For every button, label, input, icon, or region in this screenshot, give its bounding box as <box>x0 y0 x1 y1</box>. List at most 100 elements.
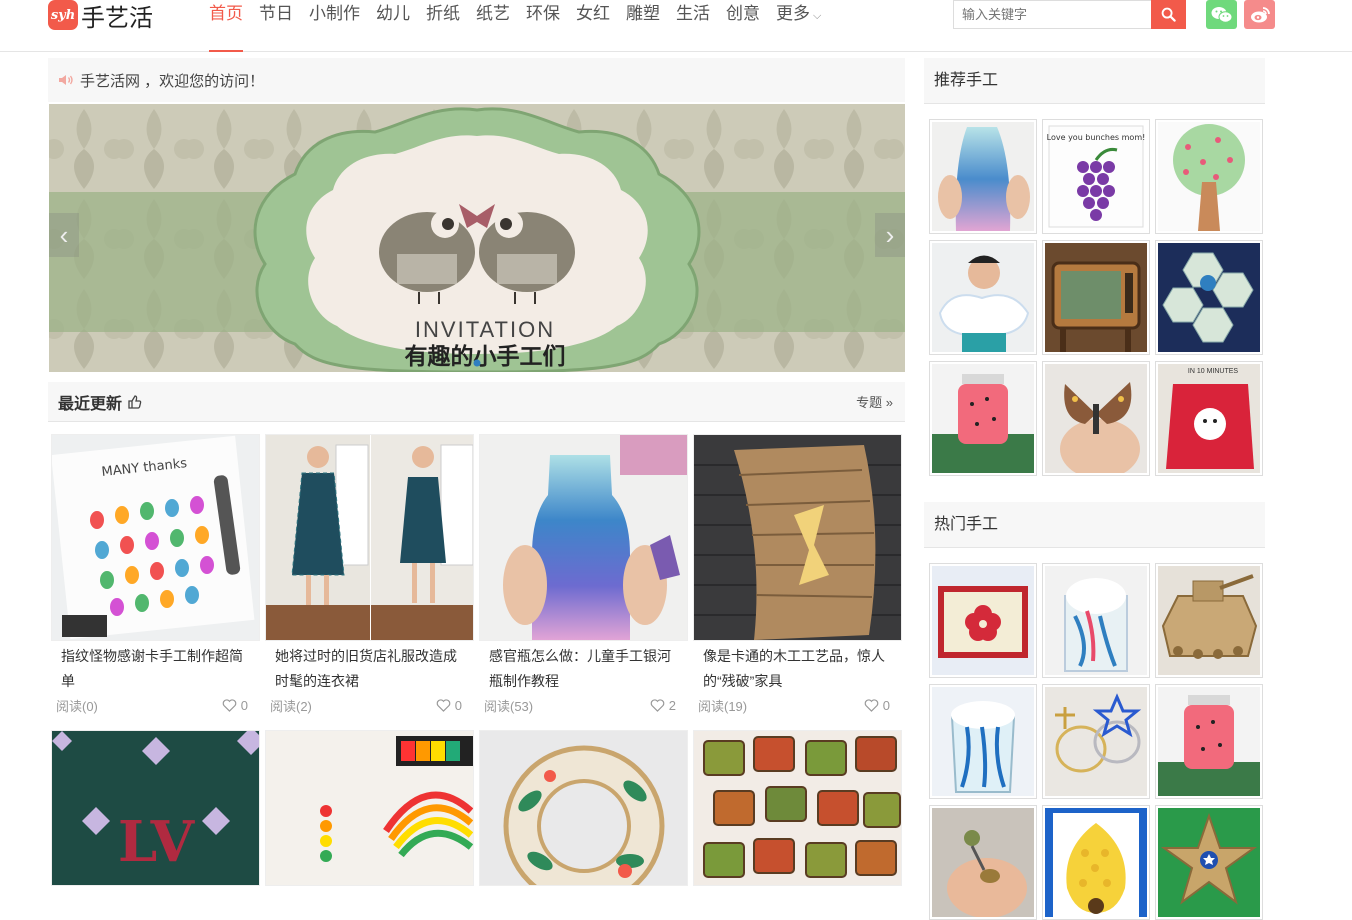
like-count: 0 <box>240 698 248 713</box>
topics-link[interactable]: 专题 » <box>856 392 893 411</box>
read-count: 阅读(2) <box>270 699 312 714</box>
welcome-text: 手艺活网 ，欢迎您的访问！ <box>80 72 265 90</box>
nav-item-home[interactable]: 首页 <box>201 0 251 52</box>
welcome-notice: 手艺活网 ，欢迎您的访问！ <box>48 58 905 102</box>
article-thumbnail[interactable] <box>265 730 474 886</box>
site-logo[interactable]: syh 手艺活 <box>48 0 153 32</box>
nav-item-life[interactable]: 生活 <box>668 0 718 52</box>
double-chevron-right-icon: » <box>885 395 893 410</box>
hero-banner[interactable]: INVITATION 有趣的小手工们 <box>49 104 905 372</box>
nav-item-toddler[interactable]: 幼儿 <box>368 0 418 52</box>
latest-updates-title: 最近更新 <box>58 395 123 413</box>
article-thumbnail[interactable] <box>479 434 688 641</box>
heart-icon <box>864 699 879 712</box>
banner-prev-button[interactable]: ‹ <box>49 213 79 257</box>
heart-icon <box>436 699 451 712</box>
article-card[interactable]: LV <box>51 730 260 886</box>
recommended-thumbnail[interactable] <box>929 240 1037 355</box>
logo-badge: syh <box>48 0 78 30</box>
article-thumbnail[interactable]: MANY thanks <box>51 434 260 641</box>
hot-thumbnail[interactable] <box>929 684 1037 799</box>
search-input[interactable] <box>953 0 1151 29</box>
nav-item-eco[interactable]: 环保 <box>518 0 568 52</box>
nav-item-origami[interactable]: 折纸 <box>418 0 468 52</box>
search-box <box>953 0 1186 29</box>
hot-thumbnail[interactable] <box>1042 563 1150 678</box>
hot-thumbnail[interactable] <box>1042 805 1150 920</box>
svg-text:LV: LV <box>118 809 196 875</box>
nav-item-paper-art[interactable]: 纸艺 <box>468 0 518 52</box>
like-button[interactable]: 0 <box>222 696 248 715</box>
recommended-thumbnail[interactable]: Love you bunches mom! <box>1042 119 1150 234</box>
banner-next-button[interactable]: › <box>875 213 905 257</box>
nav-item-more[interactable]: 更多 ⌵ <box>768 0 829 52</box>
article-card[interactable] <box>265 730 474 886</box>
logo-text: 手艺活 <box>81 3 153 32</box>
weibo-button[interactable] <box>1244 0 1275 29</box>
like-count: 0 <box>454 698 462 713</box>
article-title[interactable]: 像是卡通的木工工艺品，惊人的“残破”家具 <box>693 641 902 696</box>
like-count: 2 <box>668 698 676 713</box>
like-button[interactable]: 0 <box>864 696 890 715</box>
article-thumbnail[interactable] <box>265 434 474 641</box>
article-title[interactable]: 指纹怪物感谢卡手工制作超简单 <box>51 641 260 696</box>
hot-thumbnail[interactable] <box>929 563 1037 678</box>
article-thumbnail[interactable]: LV <box>51 730 260 886</box>
speaker-icon <box>58 73 74 87</box>
main-nav: 首页 节日 小制作 幼儿 折纸 纸艺 环保 女红 雕塑 生活 创意 更多 ⌵ <box>201 0 829 52</box>
hot-thumbnail[interactable] <box>1155 563 1263 678</box>
hot-crafts-grid <box>929 563 1263 920</box>
chevron-right-icon: › <box>885 219 895 250</box>
banner-heading: INVITATION <box>415 317 555 342</box>
nav-item-creative[interactable]: 创意 <box>718 0 768 52</box>
article-thumbnail[interactable] <box>693 434 902 641</box>
recommended-thumbnail[interactable]: IN 10 MINUTES <box>1155 361 1263 476</box>
recommended-thumbnail[interactable] <box>929 361 1037 476</box>
ten-minutes-text: IN 10 MINUTES <box>1188 368 1239 375</box>
nav-item-festival[interactable]: 节日 <box>251 0 301 52</box>
mom-card-text: Love you bunches mom! <box>1047 133 1146 142</box>
recommended-crafts-grid: Love you bunches mom! IN 10 MINUTES <box>929 119 1263 476</box>
recommended-thumbnail[interactable] <box>1042 240 1150 355</box>
hot-thumbnail[interactable] <box>1042 684 1150 799</box>
topics-link-label: 专题 <box>856 395 883 410</box>
wechat-button[interactable] <box>1206 0 1237 29</box>
wechat-icon <box>1211 6 1232 23</box>
like-button[interactable]: 2 <box>650 696 676 715</box>
article-thumbnail[interactable] <box>693 730 902 886</box>
read-count: 阅读(53) <box>484 699 534 714</box>
article-card[interactable]: 像是卡通的木工工艺品，惊人的“残破”家具 阅读(19) 0 <box>693 434 902 715</box>
nav-item-sculpture[interactable]: 雕塑 <box>618 0 668 52</box>
search-button[interactable] <box>1151 0 1186 29</box>
hot-thumbnail[interactable] <box>1155 684 1263 799</box>
hot-thumbnail[interactable] <box>1155 805 1263 920</box>
article-title[interactable]: 感官瓶怎么做：儿童手工银河瓶制作教程 <box>479 641 688 696</box>
article-title[interactable]: 她将过时的旧货店礼服改造成时髦的连衣裙 <box>265 641 474 696</box>
article-card[interactable] <box>693 730 902 886</box>
like-count: 0 <box>882 698 890 713</box>
chevron-down-icon: ⌵ <box>813 10 822 22</box>
heart-icon <box>650 699 665 712</box>
article-thumbnail[interactable] <box>479 730 688 886</box>
like-button[interactable]: 0 <box>436 696 462 715</box>
hot-thumbnail[interactable] <box>929 805 1037 920</box>
read-count: 阅读(19) <box>698 699 748 714</box>
latest-updates-header: 最近更新 专题 » <box>48 382 905 422</box>
article-card[interactable]: 感官瓶怎么做：儿童手工银河瓶制作教程 阅读(53) 2 <box>479 434 688 715</box>
chevron-left-icon: ‹ <box>59 219 69 250</box>
search-icon <box>1161 7 1176 22</box>
nav-item-needlework[interactable]: 女红 <box>568 0 618 52</box>
article-card[interactable]: 她将过时的旧货店礼服改造成时髦的连衣裙 阅读(2) 0 <box>265 434 474 715</box>
heart-icon <box>222 699 237 712</box>
recommended-thumbnail[interactable] <box>929 119 1037 234</box>
recommended-thumbnail[interactable] <box>1155 240 1263 355</box>
article-card[interactable] <box>479 730 688 886</box>
banner-subheading: 有趣的小手工们 <box>405 343 566 370</box>
banner-image: INVITATION 有趣的小手工们 <box>49 104 905 372</box>
read-count: 阅读(0) <box>56 699 98 714</box>
nav-item-small-crafts[interactable]: 小制作 <box>301 0 368 52</box>
thumb-icon <box>128 394 142 409</box>
recommended-thumbnail[interactable] <box>1155 119 1263 234</box>
recommended-thumbnail[interactable] <box>1042 361 1150 476</box>
article-card[interactable]: MANY thanks 指纹怪物感谢卡手工制作超简单 阅读(0) 0 <box>51 434 260 715</box>
